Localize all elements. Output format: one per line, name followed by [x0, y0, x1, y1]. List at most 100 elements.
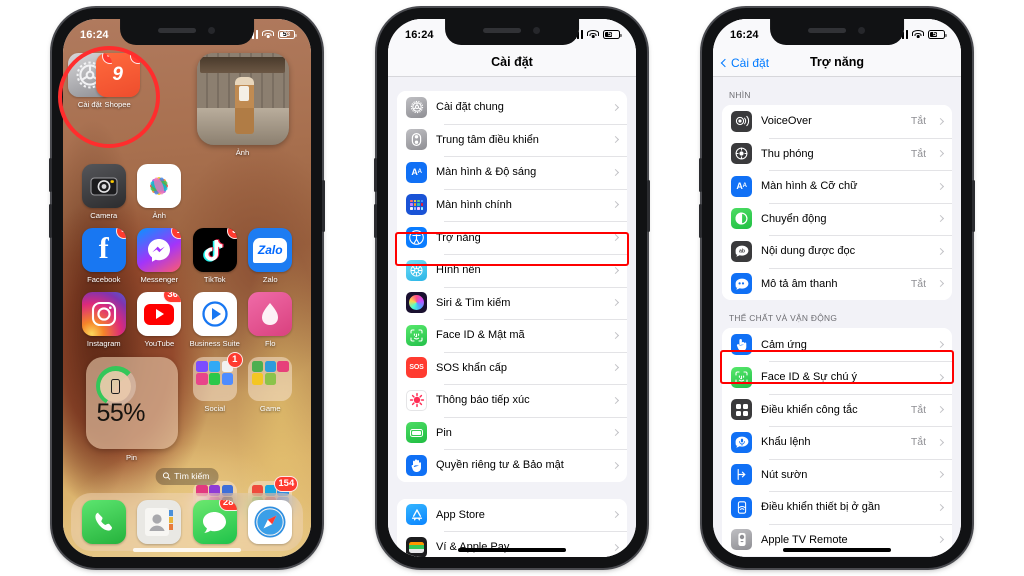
back-button[interactable]: Cài đặt [720, 56, 770, 70]
home-indicator[interactable] [783, 548, 891, 552]
safari-icon[interactable] [248, 500, 293, 544]
home-indicator[interactable] [133, 548, 241, 552]
accessibility-cell-switch-control[interactable]: Điều khiển công tắc Tắt [722, 393, 952, 426]
messenger-icon[interactable]: 1 [137, 228, 182, 272]
messages-icon[interactable]: 284 [192, 500, 237, 544]
settings-cell-wallet[interactable]: Ví & Apple Pay [397, 531, 627, 557]
folder-game-icon[interactable] [248, 357, 293, 401]
battery-widget[interactable]: 55% Pin [76, 357, 187, 462]
accessibility-cell-audio-descriptions[interactable]: Mô tả âm thanh Tắt [722, 267, 952, 300]
settings-cell-siri-search[interactable]: Siri & Tìm kiếm [397, 286, 627, 319]
camera-icon[interactable] [81, 164, 126, 208]
power-button[interactable] [972, 180, 975, 232]
accessibility-cell-face-id-attention[interactable]: Face ID & Sự chú ý [722, 361, 952, 394]
volume-down-button[interactable] [699, 204, 702, 238]
app-label: Instagram [86, 339, 121, 348]
app-badge: 1 [171, 228, 182, 239]
settings-cell-app-store[interactable]: App Store [397, 498, 627, 531]
youtube-icon[interactable]: 363 [137, 292, 182, 336]
app-photos[interactable]: Ảnh [132, 164, 188, 220]
app-youtube[interactable]: 363 YouTube [132, 292, 188, 348]
home-indicator[interactable] [458, 548, 566, 552]
app-instagram[interactable]: Instagram [76, 292, 132, 348]
settings-cell-battery[interactable]: Pin [397, 416, 627, 449]
chevron-right-icon [611, 511, 620, 519]
chevron-right-icon [611, 201, 620, 209]
accessibility-cell-display-text-size[interactable]: AA Màn hình & Cỡ chữ [722, 170, 952, 203]
settings-cell-exposure-notifications[interactable]: Thông báo tiếp xúc [397, 384, 627, 417]
volume-up-button[interactable] [49, 158, 52, 192]
settings-list[interactable]: Cài đặt chung Trung tâm điều khiển A A M… [388, 77, 636, 557]
settings-cell-accessibility[interactable]: Trợ năng [397, 221, 627, 254]
phone-icon[interactable] [81, 500, 126, 544]
power-button[interactable] [322, 180, 325, 232]
cell-value: Tắt [910, 147, 926, 160]
settings-cell-privacy[interactable]: Quyền riêng tư & Bảo mật [397, 449, 627, 482]
volume-up-button[interactable] [699, 158, 702, 192]
power-button[interactable] [647, 180, 650, 232]
folder-social[interactable]: 1 Social [187, 352, 243, 449]
phone-3-accessibility: Cài đặt Trợ năng 16:24 53 NHÌN VoiceOver… [699, 8, 975, 568]
settings-cell-control-center[interactable]: Trung tâm điều khiển [397, 123, 627, 156]
accessibility-cell-nearby-device-control[interactable]: Điều khiển thiết bị ở gần [722, 491, 952, 524]
photos-widget[interactable]: Ảnh [187, 53, 298, 157]
contacts-icon[interactable] [137, 500, 182, 544]
photos-icon[interactable] [137, 164, 182, 208]
app-tiktok[interactable]: 3 TikTok [187, 228, 243, 284]
accessibility-cell-voice-control[interactable]: Khẩu lệnh Tắt [722, 426, 952, 459]
accessibility-cell-side-button[interactable]: Nút sườn [722, 458, 952, 491]
cell-label: Khẩu lệnh [761, 436, 811, 449]
back-label: Cài đặt [731, 56, 770, 70]
volume-down-button[interactable] [49, 204, 52, 238]
wallet-icon [406, 536, 427, 557]
page-title: Trợ năng [809, 55, 865, 69]
app-business-suite[interactable]: Business Suite [187, 292, 243, 348]
settings-cell-sos[interactable]: SOS SOS khẩn cấp [397, 351, 627, 384]
settings-cell-face-id[interactable]: Face ID & Mật mã [397, 319, 627, 352]
app-flo[interactable]: Flo [243, 292, 299, 348]
business-suite-icon[interactable] [192, 292, 237, 336]
wifi-icon [262, 30, 274, 39]
photos-widget-image[interactable] [196, 53, 289, 145]
zalo-icon[interactable]: Zalo [248, 228, 293, 272]
app-messenger[interactable]: 1 Messenger [132, 228, 188, 284]
app-label: Ảnh [152, 211, 166, 220]
battery-icon: 53 [278, 30, 297, 39]
chevron-right-icon [611, 364, 620, 372]
accessibility-cell-zoom[interactable]: Thu phóng Tắt [722, 137, 952, 170]
app-zalo[interactable]: Zalo Zalo [243, 228, 299, 284]
section-header-physical-motor: THỂ CHẤT VÀ VẬN ĐỘNG [729, 313, 838, 323]
privacy-hand-icon [406, 454, 427, 476]
app-facebook[interactable]: f 3 Facebook [76, 228, 132, 284]
accessibility-cell-voiceover[interactable]: VoiceOver Tắt [722, 105, 952, 138]
battery-percent: 55% [96, 399, 146, 427]
tiktok-icon[interactable]: 3 [192, 228, 237, 272]
settings-cell-wallpaper[interactable]: Hình nền [397, 254, 627, 287]
instagram-icon[interactable] [81, 292, 126, 336]
accessibility-cell-spoken-content[interactable]: ab Nội dung được đọc [722, 235, 952, 268]
search-pill[interactable]: Tìm kiếm [155, 467, 219, 485]
folder-game[interactable]: Game [243, 357, 299, 449]
phone-2-screen: Cài đặt 16:24 53 Cài đặt chung Trung tâm… [388, 19, 636, 557]
cell-label: Màn hình & Cỡ chữ [761, 180, 858, 193]
volume-down-button[interactable] [374, 204, 377, 238]
app-camera[interactable]: Camera [76, 164, 132, 220]
flo-icon[interactable] [248, 292, 293, 336]
facebook-icon[interactable]: f 3 [81, 228, 126, 272]
volume-up-button[interactable] [374, 158, 377, 192]
accessibility-cell-touch[interactable]: Cảm ứng [722, 328, 952, 361]
settings-cell-general[interactable]: Cài đặt chung [397, 91, 627, 124]
display-brightness-icon: AA [406, 161, 427, 183]
settings-cell-display-brightness[interactable]: AA Màn hình & Độ sáng [397, 156, 627, 189]
switch-control-icon [731, 399, 752, 421]
cell-label: Điều khiển thiết bị ở gần [761, 501, 881, 514]
battery-widget-body[interactable]: 55% Pin [85, 357, 178, 462]
accessibility-cell-motion[interactable]: Chuyển động [722, 202, 952, 235]
exposure-notification-icon [406, 389, 427, 411]
settings-cell-home-screen[interactable]: Màn hình chính [397, 188, 627, 221]
audio-description-icon [731, 273, 752, 295]
cell-label: Mô tả âm thanh [761, 277, 838, 290]
folder-social-icon[interactable]: 1 [192, 352, 243, 401]
spoken-content-icon: ab [731, 240, 752, 262]
accessibility-list[interactable]: NHÌN VoiceOver Tắt Thu phóng Tắt A A Màn… [713, 77, 961, 557]
